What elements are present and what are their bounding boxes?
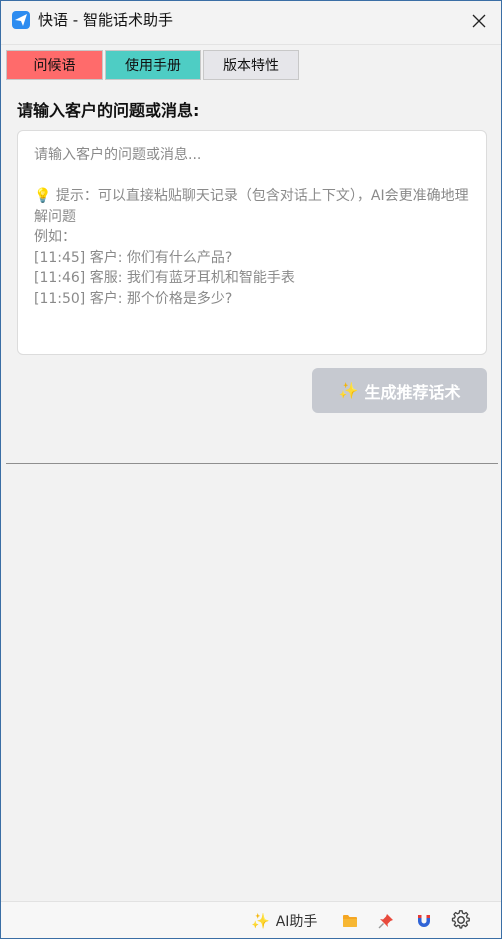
title-bar[interactable]: 快语 - 智能话术助手	[1, 1, 501, 45]
close-button[interactable]	[467, 9, 491, 33]
sparkles-icon: ✨	[338, 381, 359, 400]
sparkles-icon: ✨	[251, 912, 270, 930]
status-bar: ✨ AI助手	[1, 901, 501, 938]
tab-user-manual[interactable]: 使用手册	[105, 50, 201, 80]
tab-bar: 问候语 使用手册 版本特性	[6, 50, 301, 80]
close-icon	[472, 14, 486, 28]
input-placeholder: 请输入客户的问题或消息... 💡 提示：可以直接粘贴聊天记录（包含对话上下文），…	[34, 147, 469, 307]
generate-suggestions-button[interactable]: ✨ 生成推荐话术	[312, 368, 487, 413]
ai-assistant-button[interactable]: ✨ AI助手	[251, 911, 317, 931]
generate-button-label: 生成推荐话术	[364, 382, 461, 402]
section-divider	[6, 463, 498, 464]
customer-message-input[interactable]: 请输入客户的问题或消息... 💡 提示：可以直接粘贴聊天记录（包含对话上下文），…	[17, 130, 487, 355]
tab-greeting[interactable]: 问候语	[6, 50, 103, 80]
gear-icon[interactable]	[451, 910, 471, 930]
app-logo-icon	[12, 11, 30, 29]
app-window: 快语 - 智能话术助手 问候语 使用手册 版本特性 请输入客户的问题或消息: 请…	[0, 0, 502, 939]
input-label: 请输入客户的问题或消息:	[17, 101, 200, 120]
ai-assistant-label: AI助手	[275, 914, 318, 930]
folder-icon[interactable]	[342, 911, 358, 931]
pin-icon[interactable]	[378, 911, 394, 931]
magnet-icon[interactable]	[416, 911, 432, 931]
window-title: 快语 - 智能话术助手	[38, 11, 173, 29]
tab-version-features[interactable]: 版本特性	[203, 50, 299, 80]
